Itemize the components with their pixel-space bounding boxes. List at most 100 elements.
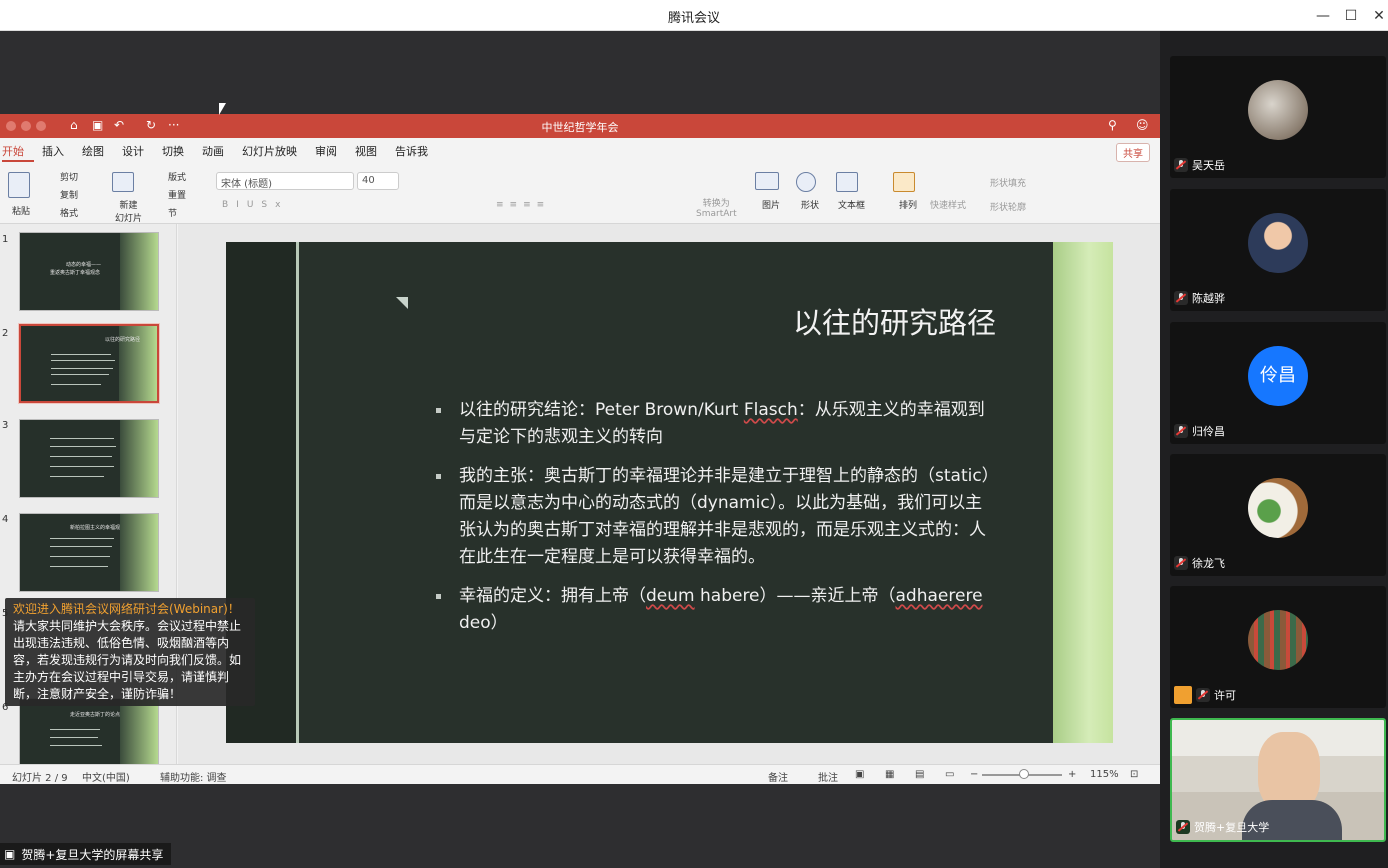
paragraph-align-buttons[interactable]: ≡≡≡≡	[496, 200, 550, 210]
zoom-slider-handle[interactable]	[1019, 769, 1029, 779]
window-title: 腾讯会议	[667, 11, 720, 26]
participant-tile[interactable]: 许可	[1170, 586, 1386, 708]
tab-home[interactable]: 开始	[2, 138, 34, 162]
bullet-item: 我的主张：奥古斯丁的幸福理论并非是建立于理智上的静态的（static）而是以意志…	[432, 463, 992, 571]
copy-button[interactable]: 复制	[60, 188, 78, 201]
slide-thumbnail-3[interactable]	[19, 419, 159, 498]
fit-slide-icon[interactable]: ⊡	[1130, 769, 1138, 780]
arrange-label[interactable]: 排列	[899, 198, 917, 211]
participant-name: 吴天岳	[1192, 159, 1225, 172]
picture-label[interactable]: 图片	[762, 198, 780, 211]
tab-insert[interactable]: 插入	[42, 138, 74, 162]
tab-animations[interactable]: 动画	[202, 138, 234, 162]
slide-thumbnail-4[interactable]: 新柏拉图主义的幸福观	[19, 513, 159, 592]
participant-name: 许可	[1214, 689, 1236, 702]
participant-name-bar: 徐龙飞	[1174, 554, 1225, 572]
participant-name-bar: 归伶昌	[1174, 422, 1225, 440]
zoom-level[interactable]: 115%	[1090, 769, 1119, 780]
ribbon-toolbar: 粘贴 剪切 复制 格式 新建 幻灯片 版式 重置 节 宋体 (标题) 40 BI…	[0, 162, 1160, 224]
sorter-view-icon[interactable]: ▦	[885, 769, 894, 780]
slide-thumbnail-2[interactable]: 以往的研究路径	[18, 323, 160, 404]
webinar-notice: 欢迎进入腾讯会议网络研讨会(Webinar)！ 请大家共同维护大会秩序。会议过程…	[5, 598, 255, 706]
search-icon[interactable]: ⚲	[1108, 118, 1117, 132]
maximize-button[interactable]: ☐	[1341, 6, 1361, 26]
thumb-title: 新柏拉图主义的幸福观	[70, 525, 121, 531]
font-style-buttons[interactable]: BIUSx	[222, 200, 288, 210]
tab-slideshow[interactable]: 幻灯片放映	[242, 138, 307, 162]
tab-draw[interactable]: 绘图	[82, 138, 114, 162]
slide-thumbnail-1[interactable]: 动态的幸福—— 重返奥古斯丁幸福观念	[19, 232, 159, 311]
normal-view-icon[interactable]: ▣	[855, 769, 864, 780]
slide-title[interactable]: 以往的研究路径	[666, 300, 996, 342]
person-icon	[1174, 686, 1192, 704]
participant-tile[interactable]: 徐龙飞	[1170, 454, 1386, 576]
close-button[interactable]: ✕	[1369, 6, 1388, 26]
arrange-icon[interactable]	[893, 172, 915, 192]
participant-name: 陈越骅	[1192, 292, 1225, 305]
paste-icon[interactable]	[8, 172, 30, 198]
comments-button[interactable]: 批注	[818, 769, 838, 784]
participant-name: 徐龙飞	[1192, 557, 1225, 570]
slideshow-view-icon[interactable]: ▭	[945, 769, 954, 780]
account-icon[interactable]: ☺	[1136, 118, 1149, 132]
tab-review[interactable]: 审阅	[315, 138, 347, 162]
participant-tile[interactable]: 陈越骅	[1170, 189, 1386, 311]
participant-tile[interactable]: 吴天岳	[1170, 56, 1386, 178]
zoom-out-icon[interactable]: −	[970, 769, 978, 780]
mic-muted-icon	[1174, 158, 1188, 172]
slide-thumbnail-6[interactable]: 走近亚奥古斯丁的论点	[19, 698, 159, 764]
quick-style-button[interactable]: 快速样式	[930, 198, 966, 211]
tab-design[interactable]: 设计	[122, 138, 154, 162]
notice-headline: 欢迎进入腾讯会议网络研讨会(Webinar)！	[13, 602, 240, 616]
thumb-title: 以往的研究路径	[105, 337, 141, 343]
shape-fill-button[interactable]: 形状填充	[990, 176, 1026, 189]
new-slide-label[interactable]: 新建 幻灯片	[115, 198, 142, 224]
thumb-title: 动态的幸福——	[66, 262, 102, 268]
section-button[interactable]: 节	[168, 206, 177, 219]
tab-view[interactable]: 视图	[355, 138, 387, 162]
smartart-button[interactable]: 转换为 SmartArt	[696, 196, 737, 219]
screen-share-icon: ▣	[4, 847, 16, 861]
font-name-field[interactable]: 宋体 (标题)	[216, 172, 354, 190]
thumb-number: 1	[2, 234, 9, 245]
mouse-cursor	[219, 103, 226, 115]
initials-avatar: 伶昌	[1248, 346, 1308, 406]
thumb-number: 2	[2, 328, 9, 339]
textbox-icon[interactable]	[836, 172, 858, 192]
shape-outline-button[interactable]: 形状轮廓	[990, 200, 1026, 213]
thumb-number: 4	[2, 514, 9, 525]
shape-label[interactable]: 形状	[801, 198, 819, 211]
bullet-item: 以往的研究结论：Peter Brown/Kurt Flasch：从乐观主义的幸福…	[432, 397, 992, 451]
current-slide[interactable]: 以往的研究路径 以往的研究结论：Peter Brown/Kurt Flasch：…	[226, 242, 1113, 743]
reading-view-icon[interactable]: ▤	[915, 769, 924, 780]
mic-muted-icon	[1174, 424, 1188, 438]
slide-bullet-list[interactable]: 以往的研究结论：Peter Brown/Kurt Flasch：从乐观主义的幸福…	[432, 397, 992, 649]
format-painter-button[interactable]: 格式	[60, 206, 78, 219]
new-slide-icon[interactable]	[112, 172, 134, 192]
minimize-button[interactable]: —	[1313, 6, 1333, 26]
notice-body: 请大家共同维护大会秩序。会议过程中禁止出现违法违规、低俗色情、吸烟酗酒等内容，若…	[13, 619, 242, 701]
picture-icon[interactable]	[755, 172, 779, 190]
font-size-field[interactable]: 40	[357, 172, 399, 190]
share-button[interactable]: 共享	[1116, 143, 1150, 162]
reset-button[interactable]: 重置	[168, 188, 186, 201]
accessibility-indicator[interactable]: 辅助功能: 调查	[160, 769, 227, 784]
street-avatar-icon	[1248, 610, 1308, 670]
zoom-in-icon[interactable]: +	[1068, 769, 1076, 780]
textbox-label[interactable]: 文本框	[838, 198, 865, 211]
screen-share-text: 贺腾+复旦大学的屏幕共享	[21, 847, 164, 862]
participant-name-bar: 许可	[1174, 686, 1236, 704]
mic-muted-icon	[1174, 291, 1188, 305]
tab-transitions[interactable]: 切换	[162, 138, 194, 162]
participant-tile[interactable]: 伶昌 归伶昌	[1170, 322, 1386, 444]
active-speaker-tile[interactable]: 贺腾+复旦大学	[1170, 718, 1386, 842]
slide-editor[interactable]: 以往的研究路径 以往的研究结论：Peter Brown/Kurt Flasch：…	[178, 224, 1160, 764]
notes-button[interactable]: 备注	[768, 769, 788, 784]
slide-indicator: 幻灯片 2 / 9	[12, 773, 68, 784]
tab-tell-me[interactable]: 告诉我	[395, 138, 438, 162]
layout-button[interactable]: 版式	[168, 170, 186, 183]
bullet-item: 幸福的定义：拥有上帝（deum habere）——亲近上帝（adhaerere …	[432, 583, 992, 637]
cut-button[interactable]: 剪切	[60, 170, 78, 183]
shape-icon[interactable]	[796, 172, 816, 192]
language-indicator[interactable]: 中文(中国)	[82, 769, 130, 784]
